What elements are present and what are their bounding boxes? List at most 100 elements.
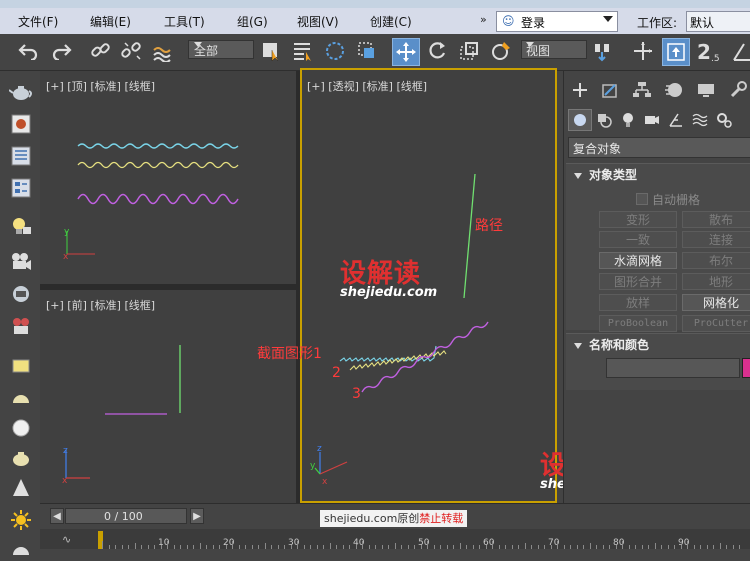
morph-button[interactable]: 变形 bbox=[599, 211, 677, 228]
timeline-tick bbox=[726, 545, 727, 549]
undo-icon[interactable] bbox=[16, 38, 42, 64]
shapemerge-button[interactable]: 图形合并 bbox=[599, 273, 677, 290]
display-tab-icon[interactable] bbox=[694, 79, 718, 101]
light-bulb-icon[interactable] bbox=[8, 213, 34, 239]
curve-editor-icon[interactable]: ∿ bbox=[62, 533, 71, 546]
select-object-icon[interactable] bbox=[258, 38, 284, 64]
svg-text:.5: .5 bbox=[711, 54, 720, 62]
previous-frame-button[interactable]: ◀ bbox=[50, 508, 64, 524]
menu-group[interactable]: 组(G) bbox=[237, 13, 268, 30]
autogrid-checkbox[interactable]: 自动栅格 bbox=[636, 191, 700, 208]
layer-explorer-icon[interactable] bbox=[8, 175, 34, 201]
camera-icon[interactable] bbox=[8, 249, 34, 275]
next-frame-button[interactable]: ▶ bbox=[190, 508, 204, 524]
keyboard-shortcut-override-icon[interactable] bbox=[662, 38, 690, 66]
menu-edit[interactable]: 编辑(E) bbox=[90, 13, 131, 30]
hemisphere-icon[interactable] bbox=[8, 385, 34, 411]
annotation-section1: 截面图形1 bbox=[257, 346, 322, 362]
object-color-swatch[interactable] bbox=[742, 358, 750, 378]
move-icon[interactable] bbox=[392, 38, 420, 66]
timeline-tick bbox=[277, 545, 279, 549]
procutter-button[interactable]: ProCutter bbox=[682, 315, 750, 332]
cameras-icon[interactable] bbox=[640, 109, 664, 131]
sun-icon[interactable] bbox=[8, 507, 34, 533]
timeline-tick bbox=[336, 545, 337, 549]
timeline-tick bbox=[505, 545, 506, 549]
terrain-button[interactable]: 地形 bbox=[682, 273, 750, 290]
create-category-tabs bbox=[564, 105, 750, 135]
space-warps-icon[interactable] bbox=[688, 109, 712, 131]
category-dropdown[interactable]: 复合对象 bbox=[568, 137, 750, 158]
circle-region-icon[interactable] bbox=[322, 38, 348, 64]
scatter-button[interactable]: 散布 bbox=[682, 211, 750, 228]
window-crossing-icon[interactable] bbox=[354, 38, 380, 64]
scale-icon[interactable] bbox=[456, 38, 482, 64]
svg-text:2: 2 bbox=[697, 40, 711, 62]
time-slider[interactable]: 0 / 100 bbox=[65, 508, 187, 524]
scene-explorer-icon[interactable] bbox=[8, 143, 34, 169]
render-camera-icon[interactable] bbox=[8, 313, 34, 339]
chevron-down-icon bbox=[526, 42, 534, 47]
cone-icon[interactable] bbox=[8, 475, 34, 501]
pivot-center-icon[interactable] bbox=[590, 38, 616, 64]
timeline-tick bbox=[180, 545, 181, 549]
reference-coordinate-dropdown[interactable]: 视图 bbox=[521, 40, 587, 59]
utilities-tab-wrench-icon[interactable] bbox=[726, 79, 750, 101]
hierarchy-tab-icon[interactable] bbox=[630, 79, 654, 101]
blobmesh-button[interactable]: 水滴网格 bbox=[599, 252, 677, 269]
selection-filter-dropdown[interactable]: 全部 bbox=[188, 40, 254, 59]
loft-button[interactable]: 放样 bbox=[599, 294, 677, 311]
menu-file[interactable]: 文件(F) bbox=[18, 13, 58, 30]
sphere-camera-icon[interactable] bbox=[8, 281, 34, 307]
select-by-name-icon[interactable] bbox=[290, 38, 316, 64]
viewport-front[interactable]: [+] [前] [标准] [线框] z x bbox=[40, 290, 296, 503]
place-icon[interactable] bbox=[488, 38, 514, 64]
redo-icon[interactable] bbox=[48, 38, 74, 64]
motion-tab-icon[interactable] bbox=[662, 79, 686, 101]
systems-icon[interactable] bbox=[712, 109, 736, 131]
teapot-icon[interactable] bbox=[8, 79, 34, 105]
workspace-dropdown[interactable]: 默认 bbox=[686, 11, 750, 32]
dome-icon[interactable] bbox=[8, 535, 34, 561]
angle-snap-icon[interactable] bbox=[728, 38, 750, 64]
sphere-icon[interactable] bbox=[8, 415, 34, 441]
timeline-tick bbox=[570, 545, 571, 549]
unlink-icon[interactable] bbox=[118, 38, 144, 64]
svg-text:x: x bbox=[62, 476, 68, 486]
menu-create[interactable]: 创建(C) bbox=[370, 13, 412, 30]
timeline-tick bbox=[687, 541, 688, 549]
snap-toggle-icon[interactable]: 2.5 bbox=[696, 38, 722, 64]
timeline-tick bbox=[550, 545, 552, 549]
lights-icon[interactable] bbox=[616, 109, 640, 131]
timeline-tick bbox=[108, 545, 110, 549]
create-tab-plus-icon[interactable] bbox=[568, 79, 592, 101]
name-color-header[interactable]: 名称和颜色 bbox=[574, 336, 649, 353]
teapot-material-icon[interactable] bbox=[8, 445, 34, 471]
object-name-input[interactable] bbox=[606, 358, 740, 378]
shapes-icon[interactable] bbox=[592, 109, 616, 131]
menu-view[interactable]: 视图(V) bbox=[297, 13, 339, 30]
geometry-sphere-icon[interactable] bbox=[568, 109, 592, 131]
conform-button[interactable]: 一致 bbox=[599, 231, 677, 248]
viewport-top[interactable]: [+] [顶] [标准] [线框] y x bbox=[40, 71, 296, 284]
render-frame-icon[interactable] bbox=[8, 111, 34, 137]
helpers-icon[interactable] bbox=[664, 109, 688, 131]
proboolean-button[interactable]: ProBoolean bbox=[599, 315, 677, 332]
rotate-icon[interactable] bbox=[424, 38, 450, 64]
timeline-tick bbox=[355, 545, 357, 549]
timeline-tick bbox=[160, 545, 162, 549]
mesher-button[interactable]: 网格化 bbox=[682, 294, 750, 311]
plane-icon[interactable] bbox=[8, 353, 34, 379]
menu-tools[interactable]: 工具(T) bbox=[164, 13, 205, 30]
modify-tab-icon[interactable] bbox=[598, 79, 622, 101]
track-bar[interactable]: ∿ 10 20 30 40 50 60 70 80 90 bbox=[40, 529, 750, 549]
menu-more-button[interactable]: » bbox=[480, 13, 492, 31]
object-type-header[interactable]: 对象类型 bbox=[574, 166, 637, 183]
select-manipulate-icon[interactable] bbox=[630, 38, 656, 64]
collapse-triangle-icon bbox=[574, 342, 582, 349]
connect-button[interactable]: 连接 bbox=[682, 231, 750, 248]
login-dropdown[interactable]: ☺ 登录 bbox=[496, 11, 618, 32]
bind-space-warp-icon[interactable] bbox=[150, 38, 176, 64]
boolean-button[interactable]: 布尔 bbox=[682, 252, 750, 269]
link-icon[interactable] bbox=[88, 38, 114, 64]
